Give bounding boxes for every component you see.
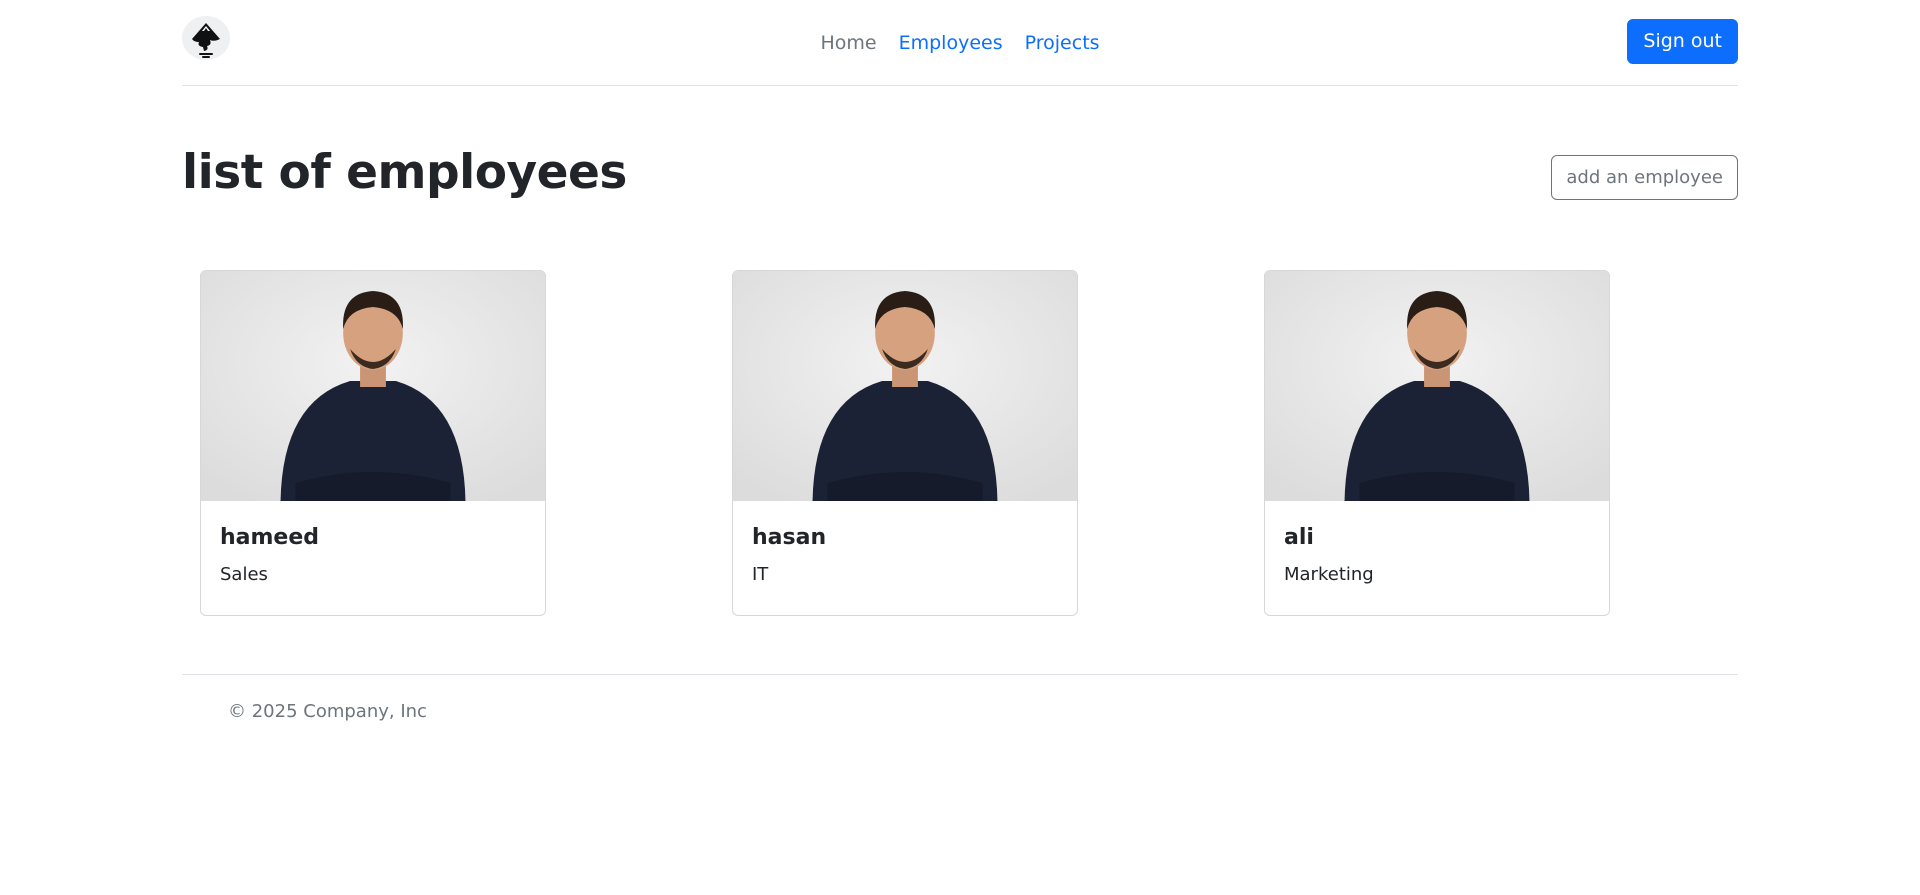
employee-photo <box>733 271 1077 501</box>
employee-photo <box>201 271 545 501</box>
employee-name: hasan <box>752 525 827 550</box>
employee-department: Marketing <box>1284 564 1374 585</box>
employee-card[interactable]: ali Marketing <box>1264 270 1610 616</box>
header: Home Employees Projects Sign out <box>182 0 1738 86</box>
employee-card[interactable]: hasan IT <box>732 270 1078 616</box>
employee-name: hameed <box>220 525 320 550</box>
employee-card[interactable]: hameed Sales <box>200 270 546 616</box>
nav-home-link[interactable]: Home <box>820 30 876 56</box>
employee-name: ali <box>1284 525 1314 550</box>
page-title: list of employees <box>182 145 627 200</box>
employee-department: IT <box>752 564 769 585</box>
nav-projects-link[interactable]: Projects <box>1025 30 1100 56</box>
main-nav: Home Employees Projects <box>182 30 1738 56</box>
add-employee-button[interactable]: add an employee <box>1551 155 1738 200</box>
nav-employees-link[interactable]: Employees <box>899 30 1003 56</box>
footer: © 2025 Company, Inc <box>182 674 1738 722</box>
employee-department: Sales <box>220 564 268 585</box>
copyright-text: © 2025 Company, Inc <box>228 701 427 722</box>
sign-out-button[interactable]: Sign out <box>1627 19 1738 64</box>
employee-photo <box>1265 271 1609 501</box>
